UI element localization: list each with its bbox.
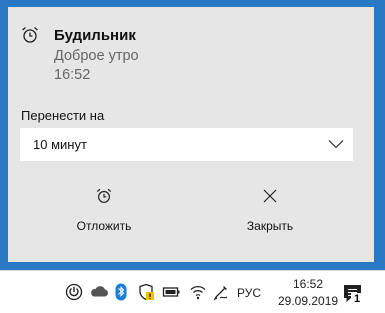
notification-count-badge: 1 <box>351 293 363 306</box>
dismiss-button[interactable]: Закрыть <box>210 187 330 247</box>
battery-icon[interactable] <box>161 283 181 301</box>
app-name: Будильник <box>54 27 136 44</box>
snooze-button-label: Отложить <box>76 219 132 233</box>
alarm-time: 16:52 <box>54 67 91 83</box>
close-icon <box>263 189 277 203</box>
clock-date: 29.09.2019 <box>278 294 339 308</box>
snooze-duration-value: 10 минут <box>33 137 87 152</box>
input-language-indicator[interactable]: РУС <box>237 286 261 300</box>
alarm-clock-icon <box>96 188 112 203</box>
bluetooth-icon[interactable] <box>115 283 127 301</box>
security-shield-icon[interactable] <box>137 283 155 301</box>
power-icon[interactable] <box>65 283 83 301</box>
alarm-clock-icon <box>22 27 38 43</box>
dismiss-button-label: Закрыть <box>246 219 294 233</box>
taskbar-clock[interactable]: 16:52 29.09.2019 <box>278 276 338 310</box>
snooze-duration-select[interactable]: 10 минут <box>20 128 353 161</box>
snooze-label: Перенести на <box>21 108 105 123</box>
onedrive-cloud-icon[interactable] <box>89 283 109 301</box>
chevron-down-icon <box>328 140 344 149</box>
alarm-toast: Будильник Доброе утро 16:52 Перенести на… <box>8 7 374 262</box>
clock-time: 16:52 <box>292 277 324 291</box>
wifi-icon[interactable] <box>189 283 207 301</box>
taskbar: РУС 16:52 29.09.2019 1 <box>0 270 385 313</box>
alarm-message: Доброе утро <box>54 48 139 64</box>
pen-icon[interactable] <box>212 283 230 301</box>
snooze-button[interactable]: Отложить <box>44 187 164 247</box>
